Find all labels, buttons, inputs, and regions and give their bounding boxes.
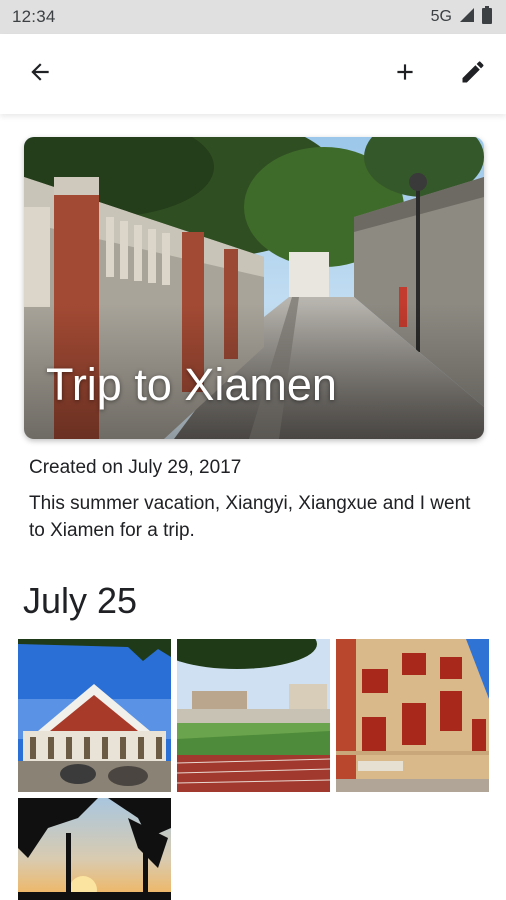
battery-icon [482,5,492,29]
signal-icon [459,7,475,28]
section-date-header: July 25 [23,580,138,621]
photo-building-blue-sky[interactable] [18,639,171,792]
photo-running-track[interactable] [177,639,330,792]
album-description: This summer vacation, Xiangyi, Xiangxue … [29,493,471,541]
status-bar: 12:34 5G [0,0,506,34]
edit-button[interactable] [457,58,489,90]
status-time: 12:34 [12,7,56,26]
back-arrow-icon [27,59,53,90]
add-icon [392,59,418,90]
photo-palm-sunset[interactable] [18,798,171,900]
photo-red-brick-building[interactable] [336,639,489,792]
status-indicators: 5G [430,5,492,29]
app-bar [0,34,506,114]
album-title: Trip to Xiamen [46,359,337,410]
edit-pencil-icon [459,58,487,91]
back-button[interactable] [24,58,56,90]
add-button[interactable] [389,58,421,90]
album-cover-card[interactable]: Trip to Xiamen [24,137,484,439]
network-type: 5G [430,8,452,25]
album-created-date: Created on July 29, 2017 [29,457,242,478]
